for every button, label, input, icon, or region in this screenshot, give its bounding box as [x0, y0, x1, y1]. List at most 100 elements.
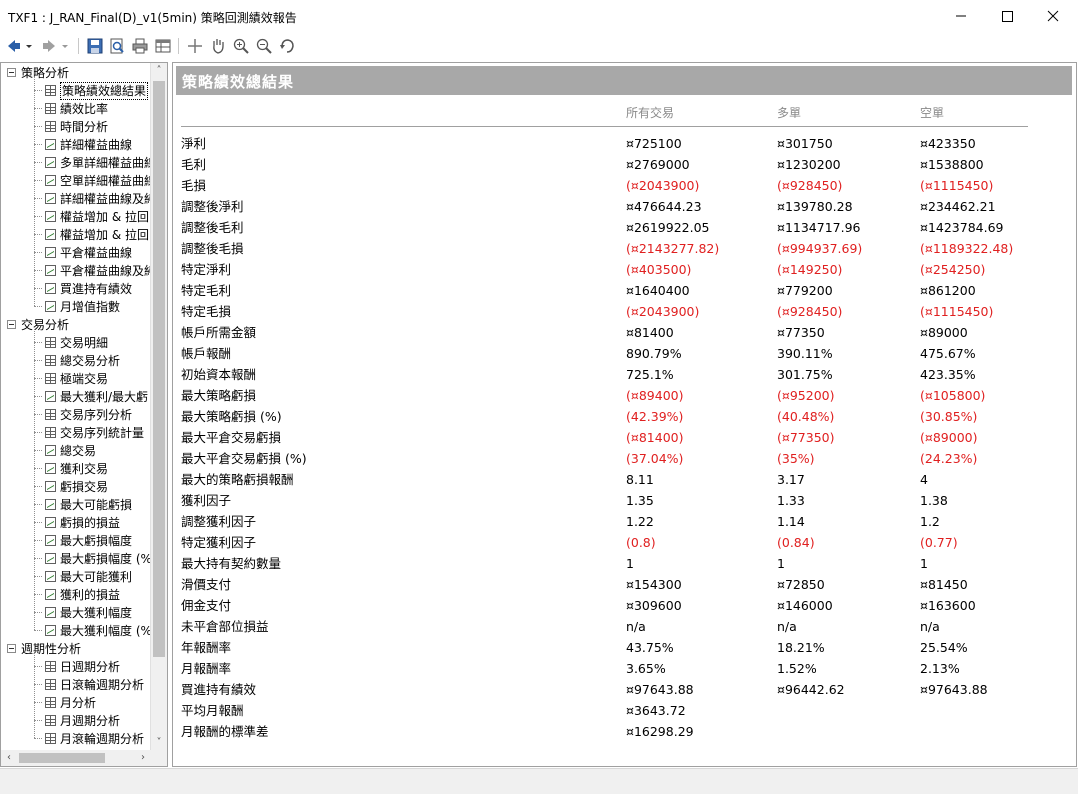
- chart-report-icon: [45, 535, 56, 546]
- tree-item[interactable]: 最大虧損幅度: [45, 532, 151, 550]
- value-long: (¤994937.69): [777, 241, 863, 256]
- tree-connector: [34, 234, 42, 235]
- value-all-trades: ¤725100: [626, 136, 682, 151]
- tree-item[interactable]: 交易明細: [45, 334, 151, 352]
- forward-button[interactable]: [40, 37, 58, 55]
- tree-item[interactable]: 虧損交易: [45, 478, 151, 496]
- tree-item[interactable]: 極端交易: [45, 370, 151, 388]
- metric-label: 毛損: [181, 178, 207, 193]
- tree-vertical-scrollbar[interactable]: ˄ ˅: [150, 63, 167, 751]
- scroll-right-icon[interactable]: ›: [135, 750, 151, 766]
- tree-item-label: 平倉權益曲線及純: [60, 264, 151, 278]
- tree-item[interactable]: 策略績效總結果: [45, 82, 151, 100]
- tree-item-label: 交易序列分析: [60, 408, 133, 422]
- tree-connector: [34, 540, 42, 541]
- tree-item[interactable]: 獲利交易: [45, 460, 151, 478]
- chart-report-icon: [45, 517, 56, 528]
- tree-group[interactable]: 策略分析: [7, 64, 147, 82]
- collapse-icon[interactable]: [7, 320, 16, 329]
- close-button[interactable]: [1030, 0, 1076, 32]
- metric-label: 調整後毛損: [181, 241, 244, 256]
- tree-item[interactable]: 績效比率: [45, 100, 151, 118]
- tree-item[interactable]: 日滾輪週期分析: [45, 676, 151, 694]
- maximize-icon: [1002, 11, 1013, 22]
- back-button[interactable]: [5, 37, 23, 55]
- maximize-button[interactable]: [984, 0, 1030, 32]
- minimize-button[interactable]: [938, 0, 984, 32]
- save-button[interactable]: [86, 37, 104, 55]
- tree-item[interactable]: 權益增加 & 拉回(: [45, 226, 151, 244]
- metric-label: 帳戶報酬: [181, 346, 232, 361]
- metric-label: 最大持有契約數量: [181, 556, 282, 571]
- tree-item-label: 月分析: [60, 696, 97, 710]
- tree-group-label: 交易分析: [21, 318, 70, 332]
- scroll-left-icon[interactable]: ‹: [1, 750, 17, 766]
- tree-view[interactable]: 策略分析 策略績效總結果 績效比率 時間分析 詳細權益曲線 多單詳細權益曲線 空單詳細權益曲…: [1, 63, 151, 751]
- reset-button[interactable]: [278, 37, 296, 55]
- tree-item[interactable]: 月週期分析: [45, 712, 151, 730]
- tree-item[interactable]: 最大可能虧損: [45, 496, 151, 514]
- metric-label: 獲利因子: [181, 493, 232, 508]
- tree-item[interactable]: 虧損的損益: [45, 514, 151, 532]
- tree-item[interactable]: 總交易: [45, 442, 151, 460]
- table-report-icon: [45, 355, 56, 366]
- tree-item[interactable]: 買進持有績效: [45, 280, 151, 298]
- value-long: ¤779200: [777, 283, 833, 298]
- back-dropdown[interactable]: [24, 37, 34, 55]
- value-short: 1.38: [920, 493, 948, 508]
- tree-item[interactable]: 多單詳細權益曲線: [45, 154, 151, 172]
- zoom-out-button[interactable]: [255, 37, 273, 55]
- tree-item[interactable]: 交易序列分析: [45, 406, 151, 424]
- tree-item-label: 權益增加 & 拉回(: [60, 228, 151, 242]
- tree-item[interactable]: 最大獲利幅度: [45, 604, 151, 622]
- value-all-trades: 1.35: [626, 493, 654, 508]
- table-row: 買進持有績效 ¤97643.88 ¤96442.62 ¤97643.88: [173, 679, 1063, 700]
- scroll-down-icon[interactable]: ˅: [151, 735, 167, 751]
- tree-connector: [34, 653, 35, 738]
- tree-item[interactable]: 平倉權益曲線: [45, 244, 151, 262]
- tree-item[interactable]: 最大可能獲利: [45, 568, 151, 586]
- table-view-button[interactable]: [154, 37, 172, 55]
- pan-button[interactable]: [209, 37, 227, 55]
- value-long: (¤928450): [777, 178, 843, 193]
- scroll-up-icon[interactable]: ˄: [151, 63, 167, 79]
- value-all-trades: (¤89400): [626, 388, 684, 403]
- tree-item[interactable]: 獲利的損益: [45, 586, 151, 604]
- tree-item[interactable]: 交易序列統計量: [45, 424, 151, 442]
- tree-connector: [34, 216, 42, 217]
- zoom-in-button[interactable]: [232, 37, 250, 55]
- value-long: ¤96442.62: [777, 682, 845, 697]
- tree-horizontal-scroll-thumb[interactable]: [19, 753, 105, 763]
- tree-group[interactable]: 週期性分析: [7, 640, 147, 658]
- value-short: ¤861200: [920, 283, 976, 298]
- crosshair-button[interactable]: [186, 37, 204, 55]
- tree-group[interactable]: 交易分析: [7, 316, 147, 334]
- tree-item[interactable]: 月滾輪週期分析: [45, 730, 151, 748]
- tree-item[interactable]: 總交易分析: [45, 352, 151, 370]
- tree-item[interactable]: 詳細權益曲線及純: [45, 190, 151, 208]
- tree-item[interactable]: 空單詳細權益曲線: [45, 172, 151, 190]
- tree-item[interactable]: 詳細權益曲線: [45, 136, 151, 154]
- metric-label: 特定淨利: [181, 262, 232, 277]
- print-preview-button[interactable]: [108, 37, 126, 55]
- tree-vertical-scroll-thumb[interactable]: [153, 81, 165, 657]
- tree-item[interactable]: 最大獲利/最大虧: [45, 388, 151, 406]
- forward-dropdown[interactable]: [60, 37, 70, 55]
- collapse-icon[interactable]: [7, 644, 16, 653]
- tree-item[interactable]: 最大獲利幅度 (%: [45, 622, 151, 640]
- tree-item-label: 最大虧損幅度: [60, 534, 133, 548]
- tree-item[interactable]: 平倉權益曲線及純: [45, 262, 151, 280]
- tree-item[interactable]: 權益增加 & 拉回: [45, 208, 151, 226]
- value-long: (¤77350): [777, 430, 835, 445]
- tree-item[interactable]: 最大虧損幅度 (%: [45, 550, 151, 568]
- tree-item[interactable]: 月增值指數: [45, 298, 151, 316]
- tree-item[interactable]: 日週期分析: [45, 658, 151, 676]
- tree-connector: [34, 558, 42, 559]
- print-button[interactable]: [131, 37, 149, 55]
- column-header-short: 空單: [920, 106, 945, 120]
- value-long: (¤149250): [777, 262, 843, 277]
- tree-item[interactable]: 時間分析: [45, 118, 151, 136]
- collapse-icon[interactable]: [7, 68, 16, 77]
- tree-horizontal-scrollbar[interactable]: ‹ ›: [1, 750, 151, 766]
- tree-item[interactable]: 月分析: [45, 694, 151, 712]
